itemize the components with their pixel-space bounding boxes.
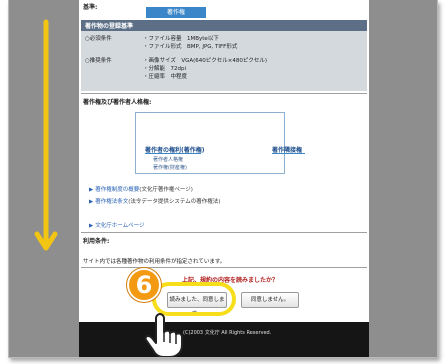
link-bullet-icon: ▶: [89, 199, 94, 205]
link-copyright-law[interactable]: ▶ 著作権法条文(法令データ提供システムの著作権法): [89, 197, 220, 205]
recommended-item: ・分解能 72dpi: [143, 66, 187, 72]
link-text[interactable]: 文化庁ホームページ: [95, 223, 144, 229]
partial-header-label: 基準:: [83, 4, 98, 11]
diagram-right-underline: [272, 153, 305, 154]
right-gutter: [367, 0, 437, 357]
copyright-text: (C)2003 文化庁 All Rights Reserved.: [183, 330, 272, 336]
link-bullet-icon: ▶: [89, 187, 94, 193]
usage-text: サイト内では各種著作物の利用条件が指定されています。: [83, 259, 226, 265]
required-item: ・ファイル容量 1MByte以下: [143, 36, 219, 42]
required-label: ○必須条件: [85, 36, 112, 42]
usage-title: 利用条件:: [83, 238, 110, 245]
step-badge: 6: [127, 268, 161, 302]
link-text[interactable]: 著作権制度の概要: [95, 187, 139, 193]
recommended-item: ・圧縮率 中程度: [143, 74, 188, 80]
recommended-item: ・画像サイズ VGA(640ピクセル×480ピクセル): [143, 58, 268, 64]
highlight-ring: [152, 282, 236, 316]
link-copyright-overview[interactable]: ▶ 著作権制度の概要(文化庁著作権ページ): [89, 185, 193, 193]
link-suffix: (文化庁著作権ページ): [139, 187, 193, 193]
partial-header: 基準:: [79, 0, 369, 22]
link-agency-home[interactable]: ▶ 文化庁ホームページ: [89, 221, 144, 229]
diagram-head: 著作権: [146, 7, 206, 18]
diagram-left-item: 著作者人格権: [153, 157, 184, 163]
diagram-left-underline: [145, 153, 201, 154]
link-text[interactable]: 著作権法条文: [95, 199, 128, 205]
scroll-down-arrow-icon: [34, 19, 58, 251]
recommended-label: ○推奨条件: [85, 58, 112, 64]
link-suffix: (法令データ提供システムの著作権法): [128, 199, 221, 205]
disagree-button[interactable]: 同意しません。: [241, 292, 299, 308]
requirements-box: ○必須条件 ・ファイル容量 1MByte以下 ・ファイル形式 BMP, JPG,…: [81, 31, 367, 91]
divider: [81, 267, 367, 268]
requirements-title: 著作物の登録基準: [85, 23, 134, 30]
divider: [81, 93, 367, 94]
pointing-hand-icon: [144, 313, 183, 357]
diagram-left-item: 著作権(財産権): [153, 165, 187, 171]
link-bullet-icon: ▶: [89, 223, 94, 229]
divider: [81, 232, 367, 233]
screenshot-frame: 基準: 著作物の登録基準 ○必須条件 ・ファイル容量 1MByte以下 ・ファイ…: [8, 0, 438, 358]
requirements-section-bar: 著作物の登録基準: [81, 20, 367, 31]
rights-title: 著作権及び著作者人格権:: [83, 99, 152, 106]
diagram-head-label: 著作権: [166, 9, 185, 16]
footer: (C)2003 文化庁 All Rights Reserved.: [79, 322, 369, 357]
required-item: ・ファイル形式 BMP, JPG, TIFF形式: [143, 44, 238, 50]
